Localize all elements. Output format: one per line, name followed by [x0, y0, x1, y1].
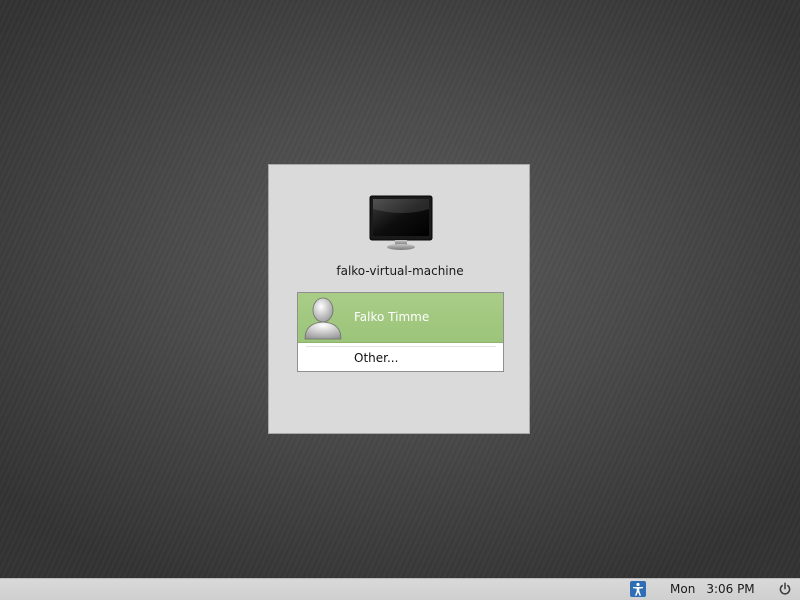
- user-avatar-icon: [304, 297, 342, 340]
- accessibility-icon[interactable]: [630, 581, 646, 597]
- desktop-background: falko-virtual-machine Falko Timme Other.…: [0, 0, 800, 578]
- computer-monitor-icon: [369, 195, 433, 250]
- other-user-option[interactable]: Other...: [298, 343, 503, 371]
- clock-day: Mon: [670, 582, 696, 596]
- user-list: Falko Timme Other...: [297, 292, 504, 372]
- clock-time: 3:06 PM: [706, 582, 755, 596]
- power-icon[interactable]: [778, 582, 792, 596]
- bottom-panel: Mon 3:06 PM: [0, 578, 800, 600]
- login-window: falko-virtual-machine Falko Timme Other.…: [268, 164, 530, 434]
- row-separator: [306, 346, 496, 347]
- clock[interactable]: Mon 3:06 PM: [670, 582, 755, 596]
- other-user-label: Other...: [354, 351, 399, 365]
- user-name-label: Falko Timme: [354, 310, 430, 324]
- hostname-label: falko-virtual-machine: [336, 264, 464, 278]
- user-list-item-falko-timme[interactable]: Falko Timme: [298, 293, 503, 343]
